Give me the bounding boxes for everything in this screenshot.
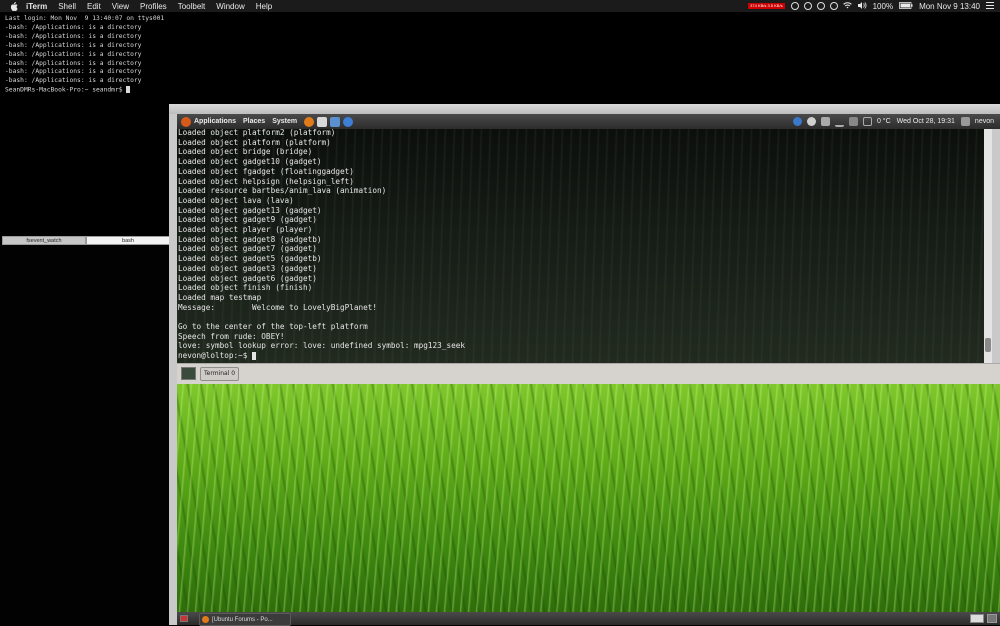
terminal-line: Loaded object fgadget (floatinggadget) xyxy=(178,166,354,176)
help-icon[interactable] xyxy=(343,116,354,127)
terminal-line: -bash: /Applications: is a directory xyxy=(5,23,142,31)
terminal-line: Loaded object lava (lava) xyxy=(178,195,294,205)
timemachine-icon[interactable] xyxy=(816,2,825,10)
terminal-line: -bash: /Applications: is a directory xyxy=(5,77,142,85)
iterm-tab-bar: fsevent_watch bash xyxy=(2,236,170,245)
show-desktop-icon[interactable] xyxy=(180,615,188,622)
terminal-line: Loaded object gadget9 (gadget) xyxy=(178,215,317,225)
terminal-cursor xyxy=(126,86,131,94)
tab-terminal-0[interactable]: Terminal 0 xyxy=(200,367,240,381)
sync-icon[interactable] xyxy=(803,2,812,10)
user-name[interactable]: nevon xyxy=(975,118,994,125)
vm-titlebar[interactable] xyxy=(169,104,1000,114)
tab-fsevent-watch[interactable]: fsevent_watch xyxy=(2,236,86,245)
iterm-lower-pane[interactable] xyxy=(0,245,170,625)
terminal-line: Go to the center of the top-left platfor… xyxy=(178,322,368,332)
signal-icon[interactable] xyxy=(834,116,844,127)
terminal-prompt: SeanDMRs-MacBook-Pro:~ seandmr$ xyxy=(5,86,127,94)
terminal-cursor xyxy=(252,352,257,361)
menu-shell[interactable]: Shell xyxy=(58,2,76,11)
guest-prompt: nevon@loltop:~$ xyxy=(178,351,253,361)
workspace-switcher[interactable] xyxy=(970,614,984,623)
tab-bash[interactable]: bash xyxy=(86,236,170,245)
temperature[interactable]: 0 °C xyxy=(877,118,891,125)
terminal-line: Loaded object platform (platform) xyxy=(178,137,331,147)
messages-icon[interactable] xyxy=(960,117,970,126)
terminal-line: -bash: /Applications: is a directory xyxy=(5,41,142,49)
terminal-line: Loaded object gadget7 (gadget) xyxy=(178,244,317,254)
info-icon[interactable] xyxy=(829,2,838,10)
menu-iterm[interactable]: iTerm xyxy=(26,2,47,11)
desktop-wallpaper xyxy=(177,384,1000,612)
terminal-line: Loaded object bridge (bridge) xyxy=(178,147,313,157)
battery-icon[interactable] xyxy=(899,1,913,11)
menu-window[interactable]: Window xyxy=(216,2,244,11)
menu-profiles[interactable]: Profiles xyxy=(140,2,167,11)
bluetooth-icon[interactable] xyxy=(820,117,830,126)
menu-help[interactable]: Help xyxy=(256,2,272,11)
taskbar-item-browser[interactable]: [Ubuntu Forums - Po... xyxy=(199,613,291,626)
guest-terminal[interactable]: Loaded object platform2 (platform) Loade… xyxy=(177,129,992,363)
apple-icon[interactable] xyxy=(9,1,19,11)
menu-system[interactable]: System xyxy=(272,118,297,125)
gnome-clock[interactable]: Wed Oct 28, 19:31 xyxy=(897,118,955,125)
update-icon[interactable] xyxy=(792,117,802,126)
vm-window[interactable]: Applications Places System 0 °C Wed Oct … xyxy=(169,104,1000,626)
menu-extras: 374 KB/s 3.5 KB/s 100% Mon Nov 9 13:40 xyxy=(748,0,1000,12)
iterm-output: Last login: Mon Nov 9 13:40:07 on ttys00… xyxy=(5,15,164,96)
firefox-icon xyxy=(202,616,209,623)
terminal-line: Loaded object gadget3 (gadget) xyxy=(178,263,317,273)
terminal-line: Message: Welcome to LovelyBigPlanet! xyxy=(178,302,378,312)
list-icon[interactable] xyxy=(986,1,994,11)
terminal-line: -bash: /Applications: is a directory xyxy=(5,50,142,58)
menu-places[interactable]: Places xyxy=(243,118,265,125)
trash-icon[interactable] xyxy=(987,614,997,623)
mail-indicator-icon[interactable] xyxy=(862,117,872,126)
gnome-top-panel: Applications Places System 0 °C Wed Oct … xyxy=(177,114,1000,129)
terminal-line: Loaded object gadget8 (gadgetb) xyxy=(178,234,322,244)
terminal-line: Loaded object helpsign (helpsign_left) xyxy=(178,176,354,186)
weather-icon[interactable] xyxy=(806,117,816,126)
menu-bar: iTerm Shell Edit View Profiles Toolbelt … xyxy=(0,0,1000,12)
gnome-panel-tray: 0 °C Wed Oct 28, 19:31 nevon xyxy=(792,114,1000,129)
taskbar-item-label: [Ubuntu Forums - Po... xyxy=(212,616,273,623)
guest-terminal-scrollbar[interactable] xyxy=(984,129,992,363)
menu-applications[interactable]: Applications xyxy=(194,118,236,125)
guest-terminal-tabbar: Terminal 0 xyxy=(177,363,1000,385)
terminal-line: Loaded object player (player) xyxy=(178,225,313,235)
gnome-bottom-panel: [Ubuntu Forums - Po... xyxy=(177,612,1000,626)
volume-icon[interactable] xyxy=(857,1,867,11)
terminal-line: Loaded object gadget5 (gadgetb) xyxy=(178,254,322,264)
network-speed-gauge[interactable]: 374 KB/s 3.5 KB/s xyxy=(748,3,785,9)
scrollbar-thumb[interactable] xyxy=(985,338,991,352)
terminal-line: Loaded object platform2 (platform) xyxy=(178,129,336,137)
terminal-line: Loaded map testmap xyxy=(178,292,262,302)
guest-terminal-output: Loaded object platform2 (platform) Loade… xyxy=(178,129,465,361)
wifi-icon[interactable] xyxy=(842,1,852,11)
terminal-line: Loaded object gadget6 (gadget) xyxy=(178,273,317,283)
ubuntu-logo-icon[interactable] xyxy=(181,116,191,127)
volume-icon[interactable] xyxy=(848,117,858,126)
terminal-line: -bash: /Applications: is a directory xyxy=(5,59,142,67)
terminal-line: -bash: /Applications: is a directory xyxy=(5,68,142,76)
terminal-line: love: symbol lookup error: love: undefin… xyxy=(178,341,465,351)
dropbox-icon[interactable] xyxy=(790,2,799,10)
terminal-line: -bash: /Applications: is a directory xyxy=(5,32,142,40)
terminal-line: Loaded resource bartbes/anim_lava (anima… xyxy=(178,186,387,196)
terminal-line: Last login: Mon Nov 9 13:40:07 on ttys00… xyxy=(5,15,165,22)
menu-toolbelt[interactable]: Toolbelt xyxy=(178,2,206,11)
terminal-line: Loaded object gadget13 (gadget) xyxy=(178,205,322,215)
chat-icon[interactable] xyxy=(330,116,341,127)
menubar-clock[interactable]: Mon Nov 9 13:40 xyxy=(919,2,980,11)
terminal-icon[interactable] xyxy=(181,367,196,380)
terminal-line: Loaded object finish (finish) xyxy=(178,283,313,293)
menu-edit[interactable]: Edit xyxy=(87,2,101,11)
menu-view[interactable]: View xyxy=(112,2,129,11)
mail-icon[interactable] xyxy=(317,116,328,127)
firefox-icon[interactable] xyxy=(304,116,315,127)
terminal-line: Loaded object gadget10 (gadget) xyxy=(178,157,322,167)
terminal-line: Speech from rude: OBEY! xyxy=(178,331,285,341)
battery-percent[interactable]: 100% xyxy=(873,2,893,11)
